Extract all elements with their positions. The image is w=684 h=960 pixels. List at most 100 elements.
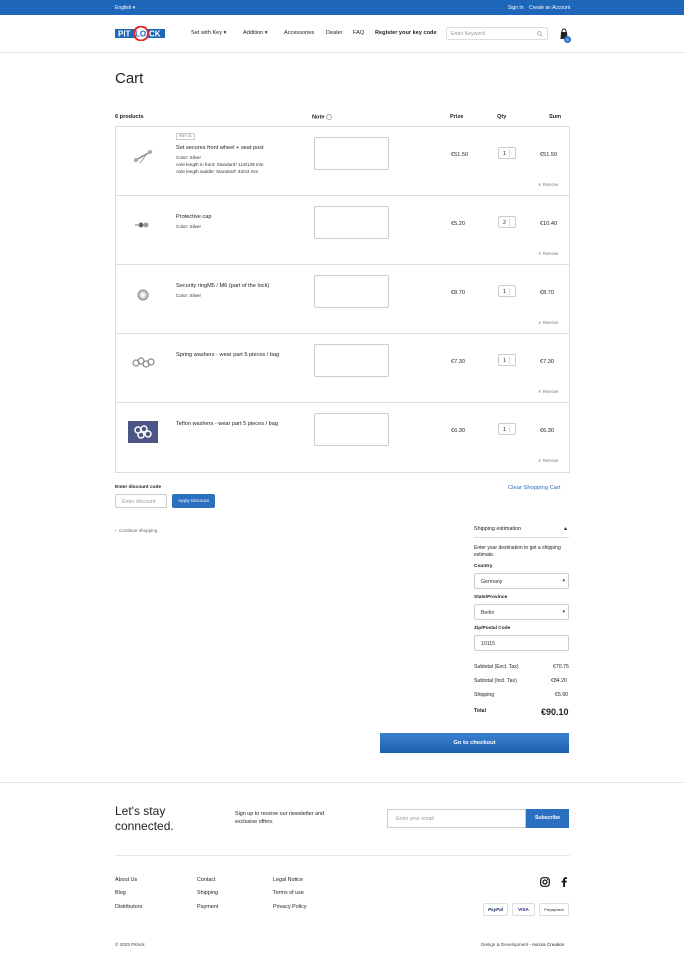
remove-link[interactable]: ✕ Remove [538, 320, 558, 325]
product-image-set[interactable] [128, 143, 158, 169]
subtotal-incl-label: Subtotal (Incl. Tax) [474, 678, 517, 684]
footer-distributors-link[interactable]: Distributors [115, 904, 142, 910]
remove-label: Remove [542, 389, 559, 394]
stepper-arrows-icon[interactable] [509, 150, 514, 157]
subtotal-incl-value: €84.20 [551, 678, 567, 684]
note-textarea[interactable] [314, 137, 389, 170]
search-input[interactable]: Enter Keyword [446, 27, 548, 40]
note-textarea[interactable] [314, 344, 389, 377]
sign-in-link[interactable]: Sign In [508, 5, 524, 11]
item-sum: €8.70 [540, 290, 554, 296]
nav-set-with-key[interactable]: Set with Key ▾ [191, 30, 226, 36]
apply-discount-button[interactable]: Apply Discount [172, 494, 215, 508]
chevron-down-icon: ▾ [562, 609, 565, 615]
footer-payment-link[interactable]: Payment [197, 904, 218, 910]
shipping-estimation-title: Shipping estimation [474, 526, 522, 532]
newsletter-email-input[interactable]: Enter your email [387, 809, 526, 828]
product-name[interactable]: Teflon washers - wear part 5 pieces / ba… [176, 421, 278, 427]
cart-row: Spring washers - wear part 5 pieces / ba… [116, 334, 569, 403]
info-icon[interactable] [326, 114, 332, 120]
footer-contact-link[interactable]: Contact [197, 877, 216, 883]
quantity-stepper[interactable]: 1 [498, 285, 516, 297]
product-attr: Color: Silver [176, 155, 202, 160]
stepper-arrows-icon[interactable] [509, 288, 514, 295]
cart-table: RST 01 Set secures front wheel + seat po… [115, 126, 570, 473]
product-image-teflon-washers[interactable] [128, 419, 158, 445]
product-name[interactable]: Set secures front wheel + seat post [176, 145, 264, 151]
quantity-stepper[interactable]: 1 [498, 354, 516, 366]
pitlock-logo[interactable]: PIT LO CK [115, 26, 165, 41]
quantity-value: 1 [503, 358, 506, 364]
state-value: Berlin [481, 610, 495, 616]
footer-about-link[interactable]: About Us [115, 877, 137, 883]
item-sum: €10.40 [540, 221, 558, 227]
product-image-ring[interactable] [128, 281, 158, 307]
item-price: €7.30 [451, 359, 465, 365]
footer-privacy-link[interactable]: Privacy Policy [273, 904, 307, 910]
state-select[interactable]: Berlin ▾ [474, 604, 569, 620]
checkout-button[interactable]: Go to checkout [380, 733, 569, 753]
price-header: Prize [450, 114, 464, 120]
remove-label: Remove [542, 182, 559, 187]
note-textarea[interactable] [314, 206, 389, 239]
product-image-spring-washers[interactable] [128, 350, 158, 376]
subscribe-button[interactable]: Subscribe [526, 809, 569, 828]
facebook-icon[interactable] [560, 877, 568, 887]
remove-link[interactable]: ✕ Remove [538, 389, 558, 394]
remove-link[interactable]: ✕ Remove [538, 458, 558, 463]
quantity-stepper[interactable]: 2 [498, 216, 516, 228]
stepper-arrows-icon[interactable] [509, 219, 514, 226]
remove-link[interactable]: ✕ Remove [538, 251, 558, 256]
footer-terms-link[interactable]: Terms of use [273, 890, 304, 896]
quantity-stepper[interactable]: 1 [498, 147, 516, 159]
newsletter-text-line2: exclusive offers. [235, 819, 274, 825]
search-icon[interactable] [537, 31, 543, 37]
note-header: Note [312, 114, 332, 120]
cart-row: Security ringM5 / M6 (part of the lock) … [116, 265, 569, 334]
instagram-icon[interactable] [540, 877, 550, 887]
product-name[interactable]: Protective cap [176, 214, 211, 220]
nav-label: Addition [243, 30, 264, 36]
stepper-arrows-icon[interactable] [509, 357, 514, 364]
zip-input[interactable]: 10115 [474, 635, 569, 651]
item-price: €6.30 [451, 428, 465, 434]
discount-input[interactable]: Enter discount [115, 494, 167, 508]
footer-blog-link[interactable]: Blog [115, 890, 126, 896]
nav-dealer[interactable]: Dealer [326, 30, 342, 36]
create-account-link[interactable]: Create an Account [529, 5, 570, 11]
remove-link[interactable]: ✕ Remove [538, 182, 558, 187]
language-label: English [115, 5, 132, 11]
products-count-header: 6 products [115, 114, 144, 120]
language-selector[interactable]: English ▾ [115, 5, 135, 11]
nav-register-key[interactable]: Register your key code [375, 30, 437, 36]
note-textarea[interactable] [314, 275, 389, 308]
item-sum: €7.30 [540, 359, 554, 365]
footer-shipping-link[interactable]: Shipping [197, 890, 218, 896]
page-title: Cart [115, 70, 144, 87]
country-select[interactable]: Germany ▾ [474, 573, 569, 589]
nav-addition[interactable]: Addition ▾ [243, 30, 268, 36]
continue-shopping-link[interactable]: ‹ Continue shopping [115, 528, 157, 533]
newsletter-placeholder: Enter your email [396, 816, 434, 822]
clear-cart-link[interactable]: Clear Shopping Cart [508, 485, 561, 491]
product-attr: Axle length saddle: Standard* 33/43 mm [176, 169, 259, 174]
shipping-estimation-toggle[interactable]: Shipping estimation ▴ [474, 524, 569, 538]
cart-row: Teflon washers - wear part 5 pieces / ba… [116, 403, 569, 472]
credit-prefix: Design & Development - [481, 942, 532, 947]
product-name[interactable]: Spring washers - wear part 5 pieces / ba… [176, 352, 279, 358]
product-image-cap[interactable] [128, 212, 158, 238]
country-value: Germany [481, 579, 503, 585]
note-textarea[interactable] [314, 413, 389, 446]
stepper-arrows-icon[interactable] [509, 426, 514, 433]
discount-placeholder: Enter discount [122, 499, 156, 505]
footer-divider [0, 782, 684, 783]
credit-link[interactable]: Aurora Creation [532, 942, 564, 947]
remove-label: Remove [542, 251, 559, 256]
footer-legal-link[interactable]: Legal Notice [273, 877, 303, 883]
copyright: © 2025 Pitlock [115, 942, 145, 947]
nav-accessories[interactable]: Accessories [284, 30, 314, 36]
cart-row: RST 01 Set secures front wheel + seat po… [116, 127, 569, 196]
quantity-stepper[interactable]: 1 [498, 423, 516, 435]
nav-faq[interactable]: FAQ [353, 30, 364, 36]
product-name[interactable]: Security ringM5 / M6 (part of the lock) [176, 283, 269, 289]
